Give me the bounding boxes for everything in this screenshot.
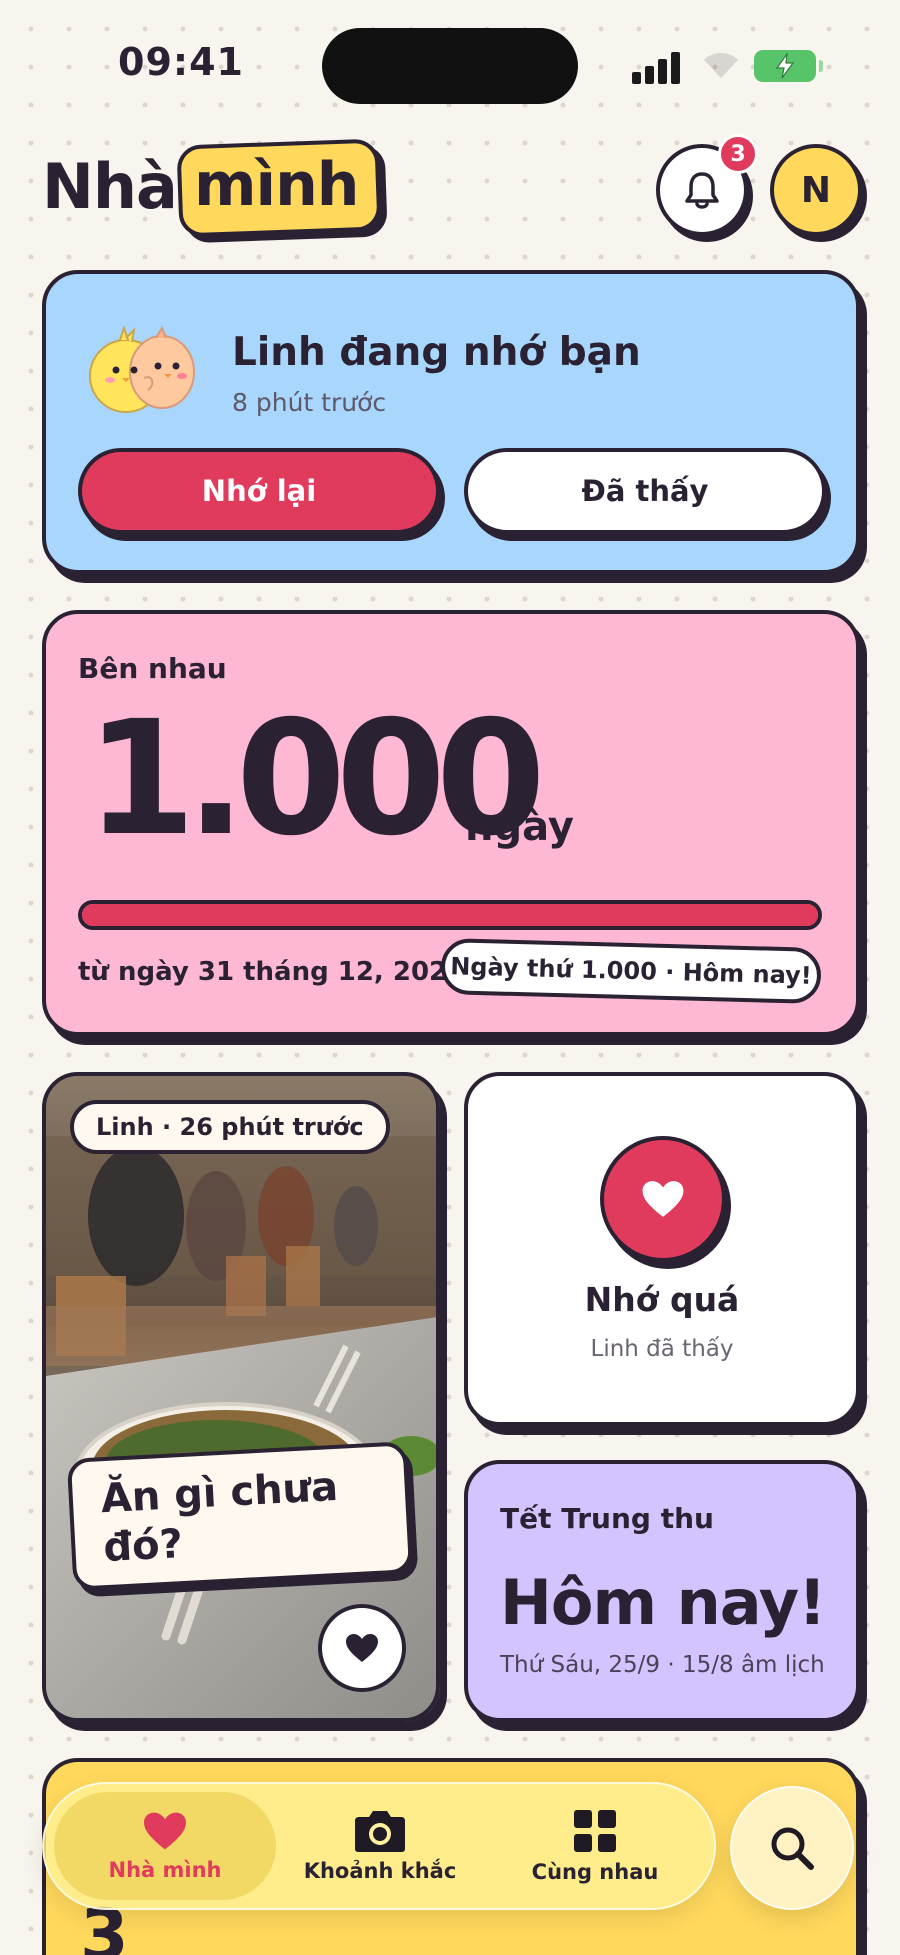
battery-charging-icon xyxy=(754,50,823,82)
like-moment-button[interactable] xyxy=(318,1604,406,1692)
avatar-initial: N xyxy=(800,169,832,211)
day-unit: ngày xyxy=(465,804,574,850)
event-date: Thứ Sáu, 25/9 · 15/8 âm lịch xyxy=(500,1652,825,1678)
days-progress-bar xyxy=(78,900,822,930)
search-icon xyxy=(771,1827,814,1870)
wifi-icon xyxy=(704,52,738,78)
heart-icon xyxy=(346,1634,378,1662)
bell-icon xyxy=(685,172,719,209)
milestone-chip: Ngày thứ 1.000 · Hôm nay! xyxy=(440,938,822,1004)
days-progress-fill xyxy=(82,904,818,926)
tab-moments[interactable]: Khoảnh khắc xyxy=(290,1792,470,1900)
search-button[interactable] xyxy=(730,1786,854,1910)
moment-author-tag: Linh · 26 phút trước xyxy=(70,1100,390,1154)
seen-button[interactable]: Đã thấy xyxy=(464,448,826,534)
moment-caption: Ăn gì chưa đó? xyxy=(66,1441,414,1591)
together-label: Bên nhau xyxy=(78,652,227,685)
tab-home[interactable]: Nhà mình xyxy=(54,1792,276,1900)
cellular-signal-icon xyxy=(632,48,682,84)
avatar-button[interactable]: N xyxy=(770,144,862,236)
notify-title: Linh đang nhớ bạn xyxy=(232,330,641,375)
camera-icon xyxy=(355,1811,405,1852)
tab-moments-label: Khoảnh khắc xyxy=(303,1859,457,1883)
miss-title: Nhớ quá xyxy=(584,1280,740,1319)
notify-timestamp: 8 phút trước xyxy=(232,388,387,417)
heart-icon xyxy=(642,1181,684,1217)
dynamic-island xyxy=(322,28,578,104)
tab-together-label: Cùng nhau xyxy=(531,1860,659,1884)
heart-icon xyxy=(144,1812,186,1850)
status-time: 09:41 xyxy=(118,40,244,84)
grid-icon xyxy=(574,1810,616,1852)
app-title-part2: mình xyxy=(194,150,360,220)
miss-back-button[interactable]: Nhớ lại xyxy=(78,448,440,534)
miss-heart-badge xyxy=(600,1136,726,1262)
notification-count-badge: 3 xyxy=(718,134,758,174)
app-title-part1: Nhà xyxy=(42,150,178,223)
together-since-date: từ ngày 31 tháng 12, 2023 xyxy=(78,957,466,987)
event-name: Tết Trung thu xyxy=(500,1502,714,1535)
miss-seen-status: Linh đã thấy xyxy=(590,1336,734,1362)
chick-couple-illustration xyxy=(89,324,195,413)
tab-home-label: Nhà mình xyxy=(108,1858,222,1882)
event-when: Hôm nay! xyxy=(500,1566,826,1639)
tab-together[interactable]: Cùng nhau xyxy=(500,1792,690,1900)
